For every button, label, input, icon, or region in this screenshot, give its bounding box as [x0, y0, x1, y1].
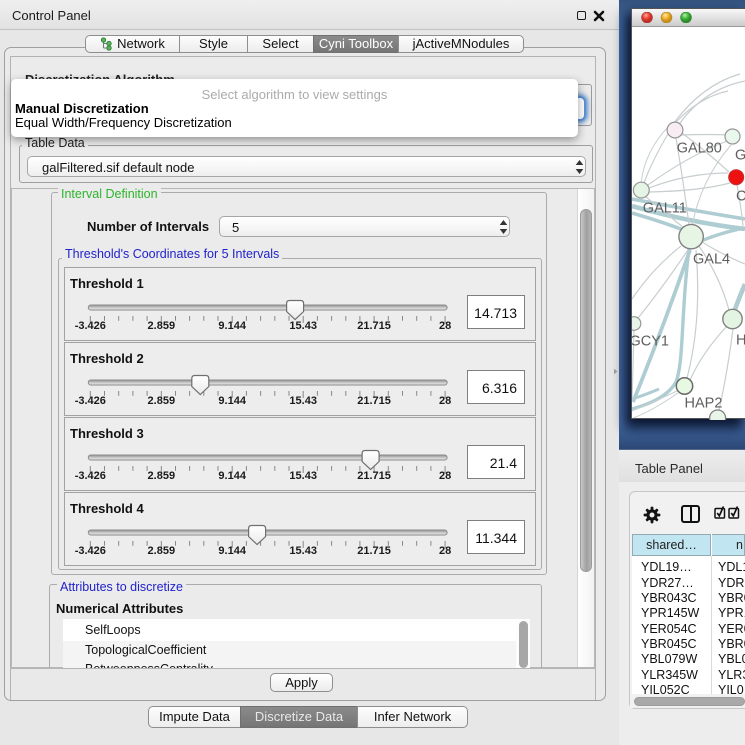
svg-text:GCY1: GCY1: [632, 334, 669, 350]
svg-text:GAL11: GAL11: [643, 201, 687, 217]
svg-text:GAL80: GAL80: [677, 141, 722, 157]
svg-text:GA: GA: [735, 148, 745, 164]
svg-text:H: H: [736, 333, 745, 349]
svg-text:HAP2: HAP2: [685, 396, 723, 412]
svg-text:GAL4: GAL4: [693, 252, 730, 268]
svg-text:CY: CY: [736, 189, 745, 205]
